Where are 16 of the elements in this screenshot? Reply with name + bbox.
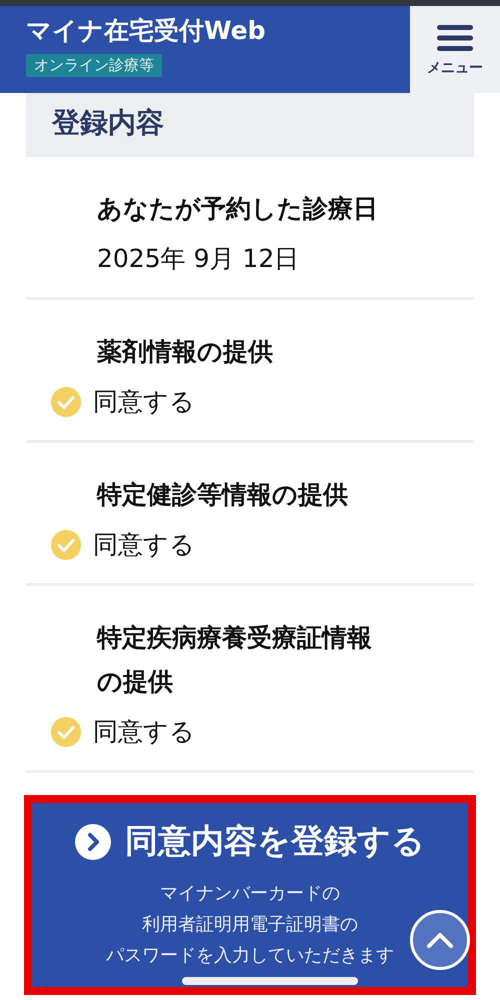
date-value: 2025年 9月 12日: [97, 243, 300, 275]
item-label: あなたが予約した診療日: [97, 193, 379, 225]
item-label: 特定健診等情報の提供: [97, 479, 349, 511]
register-button[interactable]: 同意内容を登録する マイナンバーカードの 利用者証明用電子証明書の パスワードを入力していただきます: [32, 803, 468, 987]
consent-value: 同意する: [93, 386, 195, 418]
chevron-up-icon: [425, 930, 455, 950]
menu-button[interactable]: メニュー: [410, 6, 500, 93]
consent-value: 同意する: [93, 529, 195, 561]
app-title: マイナ在宅受付Web: [26, 15, 266, 47]
section-heading: 登録内容: [26, 93, 474, 157]
menu-icon: [435, 22, 475, 52]
item-label: 薬剤情報の提供: [97, 336, 274, 368]
chevron-right-icon: [75, 824, 111, 860]
service-badge: オンライン診療等: [26, 54, 162, 77]
item-label: 特定疾病療養受療証情報の提供: [97, 622, 373, 698]
consent-value: 同意する: [93, 716, 195, 748]
